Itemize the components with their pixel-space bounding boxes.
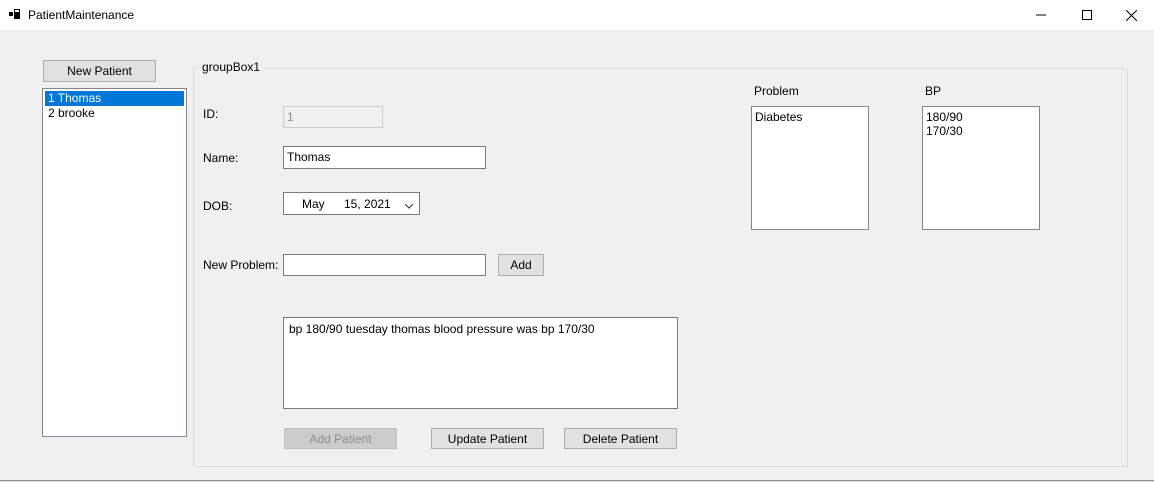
app-icon	[9, 9, 21, 21]
list-item-label: 2 brooke	[48, 106, 95, 120]
problem-list[interactable]: Diabetes	[751, 106, 869, 230]
list-item-label: 1 Thomas	[48, 91, 102, 105]
dob-label: DOB:	[203, 199, 233, 213]
maximize-icon	[1082, 10, 1092, 20]
add-patient-button[interactable]: Add Patient	[284, 428, 397, 449]
bp-header: BP	[925, 84, 942, 98]
close-button[interactable]	[1108, 0, 1154, 30]
name-label: Name:	[203, 151, 239, 165]
delete-patient-button[interactable]: Delete Patient	[564, 428, 677, 449]
groupbox-title: groupBox1	[199, 60, 264, 74]
dob-datepicker[interactable]: May 15, 2021	[283, 192, 420, 215]
patient-list[interactable]: 1 Thomas 2 brooke	[42, 88, 187, 437]
id-field: 1	[283, 106, 383, 128]
maximize-button[interactable]	[1064, 0, 1110, 30]
list-item[interactable]: 170/30	[923, 124, 1039, 138]
problem-header: Problem	[754, 84, 799, 98]
add-problem-button[interactable]: Add	[498, 254, 544, 276]
dob-month[interactable]: May	[302, 197, 325, 211]
minimize-button[interactable]	[1018, 0, 1064, 30]
id-label: ID:	[203, 107, 219, 121]
new-problem-label: New Problem:	[203, 258, 279, 272]
chevron-down-icon[interactable]	[404, 199, 414, 213]
title-bar[interactable]: PatientMaintenance	[0, 0, 1154, 30]
list-item[interactable]: 180/90	[923, 110, 1039, 124]
app-window: PatientMaintenance New Patient 1 Thomas …	[0, 0, 1154, 480]
list-item[interactable]: 2 brooke	[45, 106, 184, 121]
close-icon	[1125, 9, 1137, 21]
minimize-icon	[1036, 14, 1046, 16]
bp-item-label: 180/90	[926, 110, 963, 124]
bp-item-label: 170/30	[926, 124, 963, 138]
new-problem-field[interactable]	[283, 254, 486, 276]
name-field[interactable]: Thomas	[283, 146, 486, 169]
bp-list[interactable]: 180/90 170/30	[922, 106, 1040, 230]
list-item[interactable]: 1 Thomas	[45, 91, 184, 106]
window-title: PatientMaintenance	[28, 8, 135, 22]
new-patient-button[interactable]: New Patient	[43, 60, 156, 82]
update-patient-button[interactable]: Update Patient	[431, 428, 544, 449]
list-item[interactable]: Diabetes	[752, 110, 868, 125]
dob-day-year[interactable]: 15, 2021	[344, 197, 391, 211]
notes-textarea[interactable]: bp 180/90 tuesday thomas blood pressure …	[283, 317, 678, 409]
problem-item-label: Diabetes	[755, 110, 803, 124]
